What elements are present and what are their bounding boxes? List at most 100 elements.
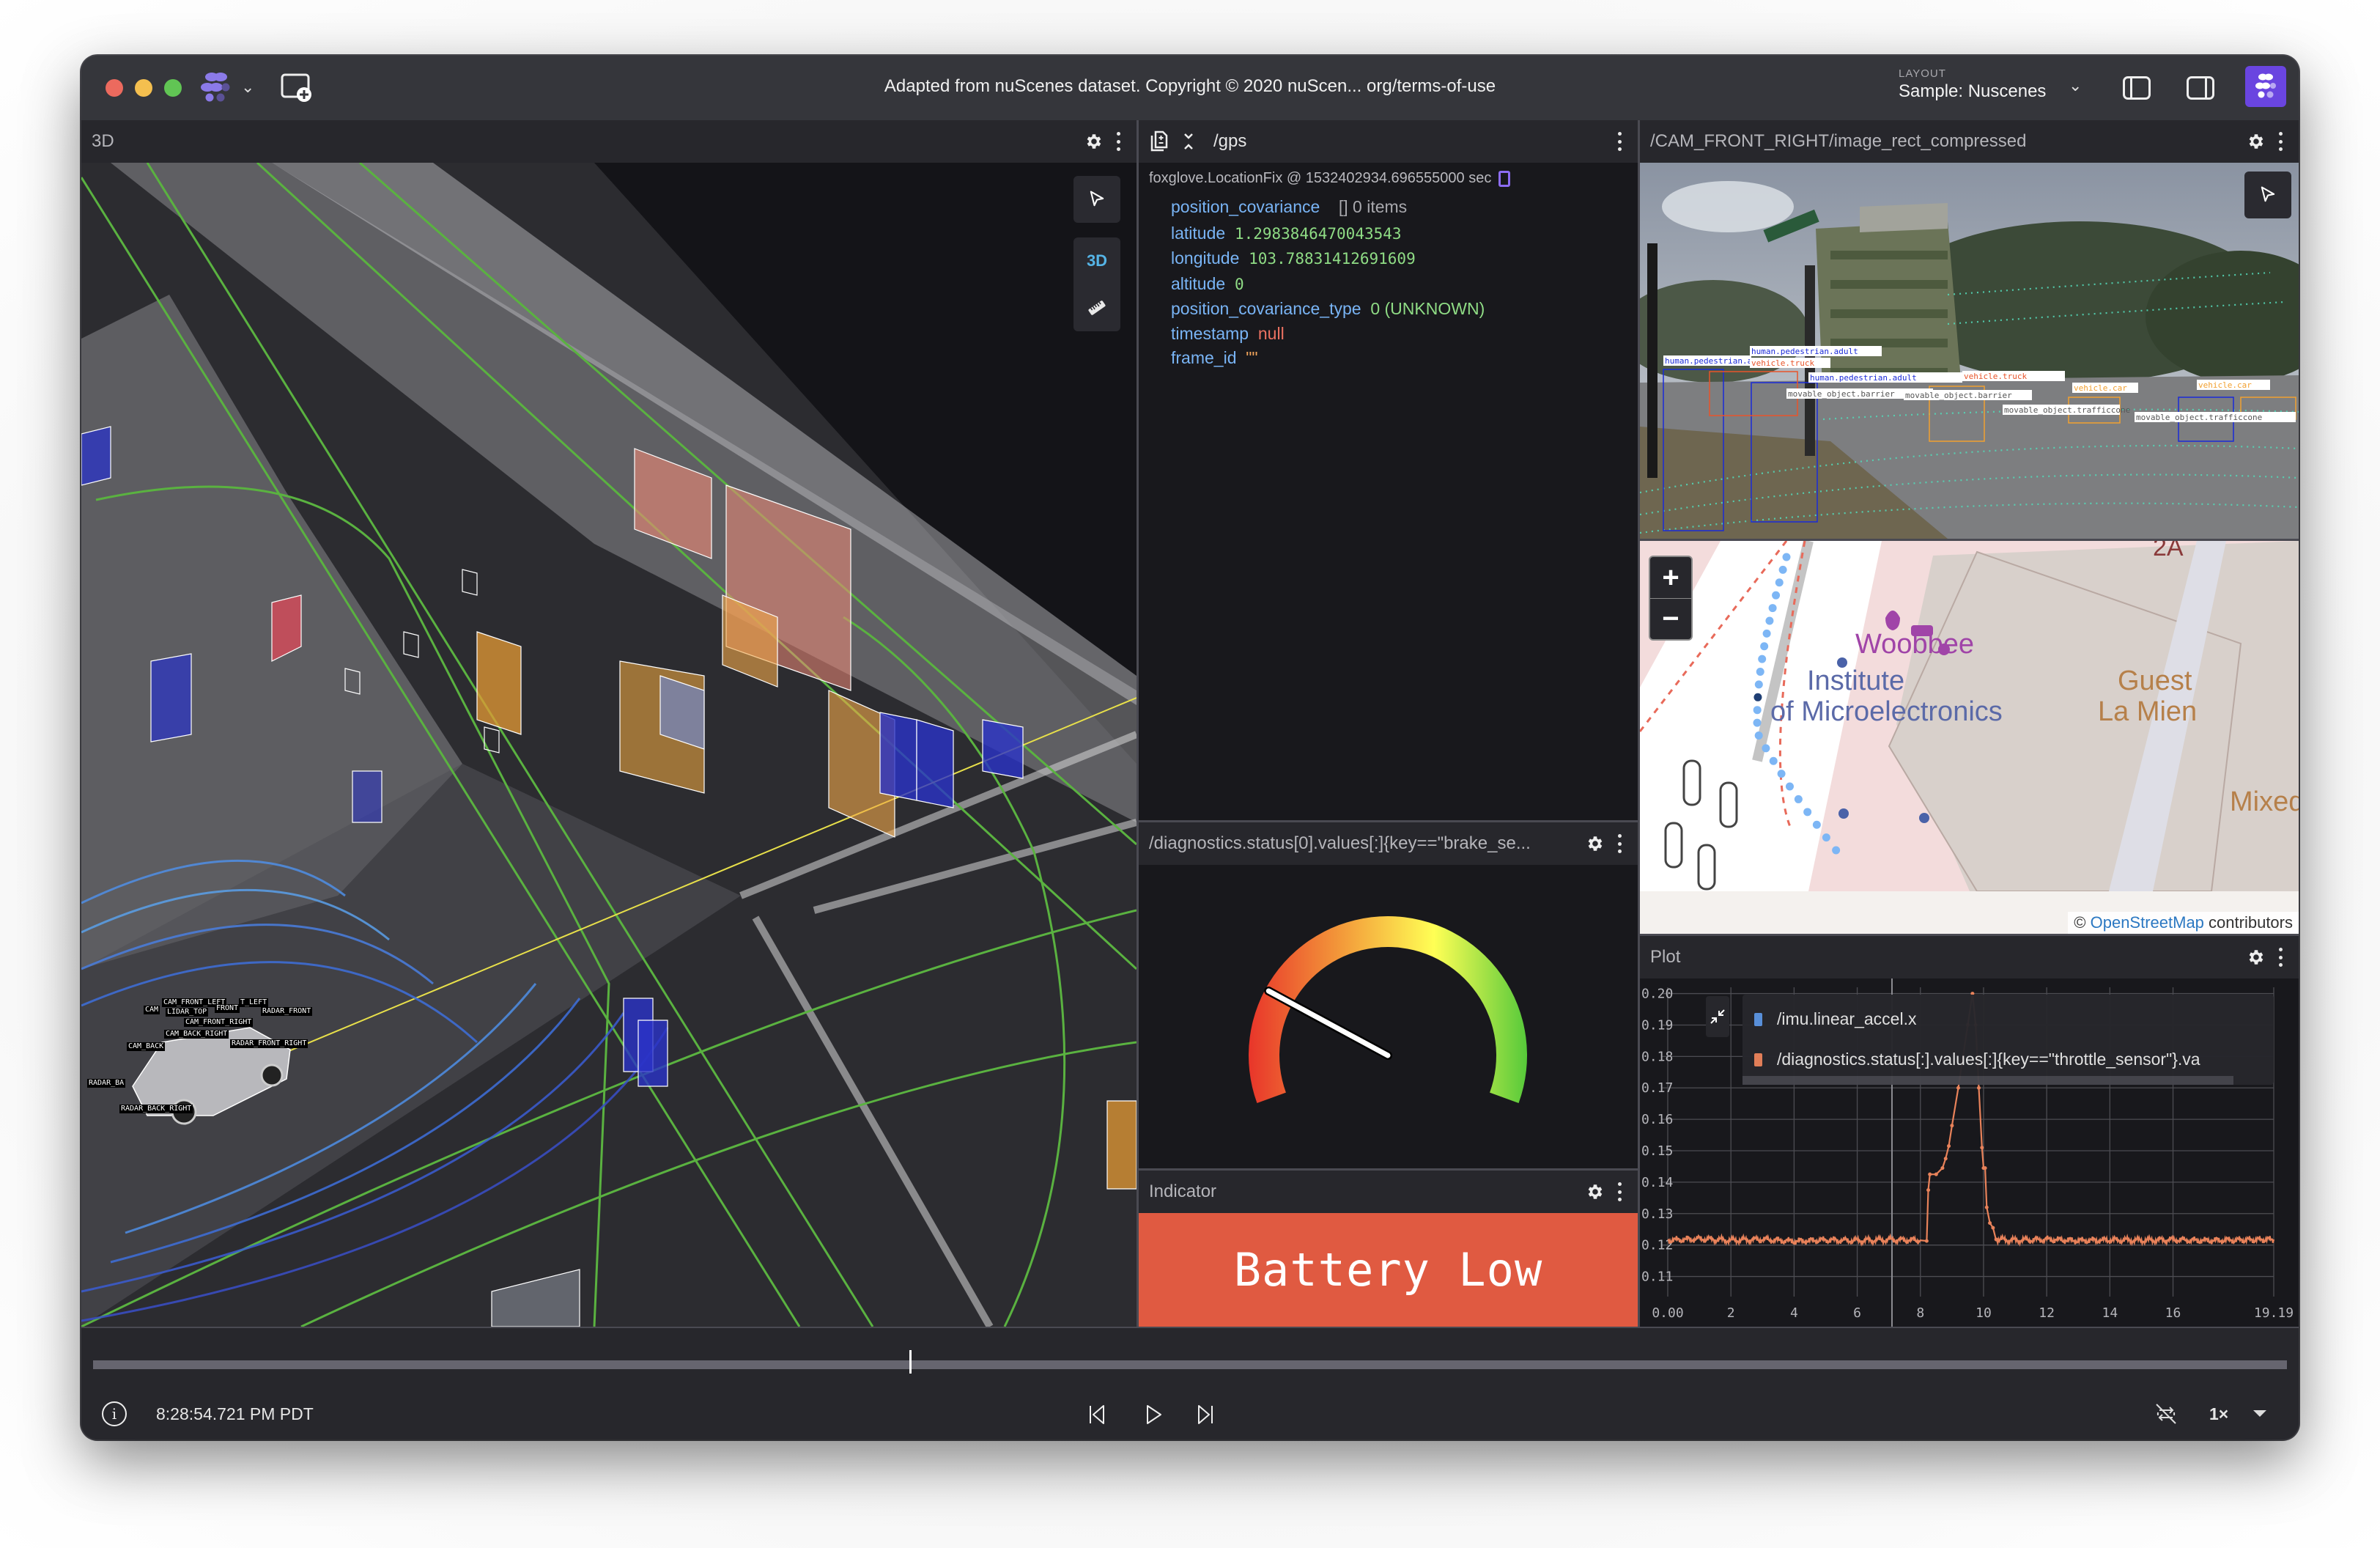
map-canvas[interactable]: Woobbee Institute of Microelectronics Gu… <box>1640 541 2299 934</box>
select-tool-button[interactable] <box>2244 172 2291 218</box>
x-tick-label: 14 <box>2102 1305 2118 1321</box>
data-point <box>1934 1172 1938 1176</box>
legend-swatch <box>1754 1012 1762 1026</box>
data-point <box>1947 1144 1951 1149</box>
more-options-icon[interactable] <box>1617 834 1622 853</box>
play-icon[interactable] <box>1139 1400 1168 1429</box>
track-point <box>1758 655 1767 663</box>
map-label: 2A <box>2153 541 2184 561</box>
seek-forward-icon[interactable] <box>1190 1400 1219 1429</box>
left-sidebar-icon[interactable] <box>2123 76 2151 100</box>
svg-text:vehicle.car: vehicle.car <box>2074 383 2127 393</box>
layout-selector[interactable]: LAYOUT Sample: Nuscenes <box>1899 67 2046 102</box>
y-tick-label: 0.14 <box>1641 1175 1673 1190</box>
data-point <box>1924 1239 1929 1243</box>
map-label: Mixed <box>2230 786 2299 817</box>
playback-speed[interactable]: 1× <box>2209 1404 2228 1424</box>
diff-icon[interactable] <box>1149 130 1169 153</box>
gear-icon[interactable] <box>1585 1182 1604 1201</box>
x-tick-label: 0.00 <box>1652 1305 1683 1321</box>
timeline-scrubber[interactable] <box>93 1360 2287 1369</box>
user-menu-button[interactable] <box>2245 66 2286 107</box>
field-value: null <box>1257 323 1285 343</box>
track-point <box>1777 770 1786 778</box>
y-tick-label: 0.11 <box>1641 1269 1673 1285</box>
track-point <box>1812 820 1821 829</box>
zoom-out-button[interactable]: − <box>1650 598 1691 639</box>
field-key: position_covariance <box>1171 197 1320 216</box>
panel-title: Indicator <box>1149 1182 1217 1201</box>
panel-header: Plot <box>1640 936 2299 978</box>
legend-item[interactable]: /imu.linear_accel.x <box>1754 1009 1916 1029</box>
field-key: frame_id <box>1171 348 1237 367</box>
plot-body[interactable]: 0.00 2 4 6 8 10 12 14 16 19.19 0.20 0.19 0.18 0.17 0.1… <box>1640 978 2299 1327</box>
track-point <box>1803 808 1812 817</box>
track-point <box>1756 668 1764 677</box>
sensor-label: FRONT <box>215 1004 240 1013</box>
measure-tool-button[interactable] <box>1073 284 1120 331</box>
track-point <box>1762 744 1770 753</box>
right-sidebar-icon[interactable] <box>2187 76 2214 100</box>
collapse-legend-button[interactable] <box>1706 996 1729 1037</box>
indicator-label: Battery Low <box>1233 1243 1543 1297</box>
map-label: of Microelectronics <box>1770 696 2003 727</box>
panel-header: /CAM_FRONT_RIGHT/image_rect_compressed <box>1640 120 2299 163</box>
gear-icon[interactable] <box>1585 834 1604 853</box>
tree-row: position_covariance [] 0 items <box>1171 195 1485 220</box>
track-point <box>1754 680 1763 689</box>
x-tick-label: 16 <box>2165 1305 2181 1321</box>
panel-header: /gps <box>1139 120 1638 163</box>
svg-text:movable_object.trafficcone: movable_object.trafficcone <box>2136 413 2262 422</box>
seek-backward-icon[interactable] <box>1083 1400 1112 1429</box>
tree-row: latitude 1.2983846470043543 <box>1171 221 1485 247</box>
more-options-icon[interactable] <box>2278 948 2283 967</box>
more-options-icon[interactable] <box>1617 132 1622 151</box>
gear-icon[interactable] <box>2246 132 2265 151</box>
track-point <box>1760 642 1769 651</box>
sensor-label: CAM_BACK_RIGHT <box>164 1030 229 1039</box>
field-key: altitude <box>1171 273 1226 293</box>
legend-label: /diagnostics.status[:].values[:]{key=="t… <box>1777 1050 2200 1069</box>
3d-mode-toggle[interactable]: 3D <box>1073 237 1120 284</box>
legend-scrollbar[interactable] <box>1742 1076 2233 1085</box>
expand-collapse-icon[interactable] <box>1181 131 1196 152</box>
more-options-icon[interactable] <box>1116 132 1120 151</box>
x-tick-label: 4 <box>1790 1305 1798 1321</box>
3d-viewport[interactable]: CAM_FRONT_LEFT CAM LIDAR_TOP FRONT T_LEF… <box>81 163 1137 1327</box>
tree-row: position_covariance_type 0 (UNKNOWN) <box>1171 297 1485 322</box>
select-tool-button[interactable] <box>1073 176 1120 223</box>
panel-title: /diagnostics.status[0].values[:]{key=="b… <box>1149 833 1531 853</box>
y-tick-label: 0.18 <box>1641 1049 1673 1064</box>
indicator-body: Battery Low <box>1139 1213 1638 1327</box>
gear-icon[interactable] <box>1084 132 1103 151</box>
chevron-down-icon[interactable]: ⌄ <box>2069 76 2082 95</box>
track-point <box>1753 718 1762 727</box>
scrubber-handle[interactable] <box>909 1350 912 1374</box>
track-point <box>1785 782 1794 791</box>
openstreetmap-link[interactable]: OpenStreetMap <box>2091 913 2204 932</box>
camera-image[interactable]: human.pedestrian.adult human.pedestrian.… <box>1640 163 2299 539</box>
legend-item[interactable]: /diagnostics.status[:].values[:]{key=="t… <box>1754 1050 2200 1069</box>
more-options-icon[interactable] <box>1617 1182 1622 1201</box>
message-tree: position_covariance [] 0 items latitude … <box>1171 195 1485 371</box>
info-icon[interactable]: i <box>102 1401 127 1426</box>
track-point <box>1765 616 1774 625</box>
legend-swatch <box>1754 1053 1762 1066</box>
topic-path[interactable]: /gps <box>1213 131 1617 152</box>
svg-text:movable_object.barrier: movable_object.barrier <box>1905 391 2012 400</box>
copy-icon[interactable] <box>1498 170 1511 187</box>
map-attribution: © OpenStreetMap contributors <box>2068 912 2299 934</box>
track-point <box>1768 604 1777 613</box>
3d-scene[interactable] <box>81 163 1137 1327</box>
gear-icon[interactable] <box>2246 948 2265 967</box>
zoom-in-button[interactable]: + <box>1650 557 1691 598</box>
data-point <box>1991 1226 1995 1230</box>
y-tick-label: 0.17 <box>1641 1080 1673 1096</box>
data-point <box>1994 1237 1998 1242</box>
layout-value[interactable]: Sample: Nuscenes <box>1899 81 2046 102</box>
speed-dropdown-icon[interactable] <box>2253 1410 2266 1417</box>
more-options-icon[interactable] <box>2278 132 2283 151</box>
track-point <box>1772 591 1781 600</box>
pointer-icon <box>2261 186 2275 202</box>
loop-off-icon[interactable] <box>2152 1400 2180 1428</box>
